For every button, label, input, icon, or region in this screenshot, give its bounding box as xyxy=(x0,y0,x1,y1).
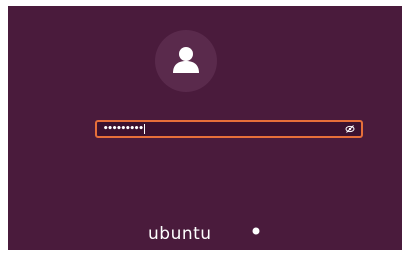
text-caret xyxy=(143,123,145,134)
login-screen: ••••••••• ubuntu xyxy=(8,6,402,250)
eye-icon[interactable] xyxy=(345,124,355,134)
circle-of-friends-icon xyxy=(252,227,260,235)
ubuntu-logo-text: ubuntu xyxy=(148,224,212,244)
user-avatar[interactable] xyxy=(155,30,217,92)
password-field[interactable]: ••••••••• xyxy=(95,120,363,138)
user-silhouette-icon xyxy=(173,47,199,73)
password-value: ••••••••• xyxy=(103,123,145,134)
